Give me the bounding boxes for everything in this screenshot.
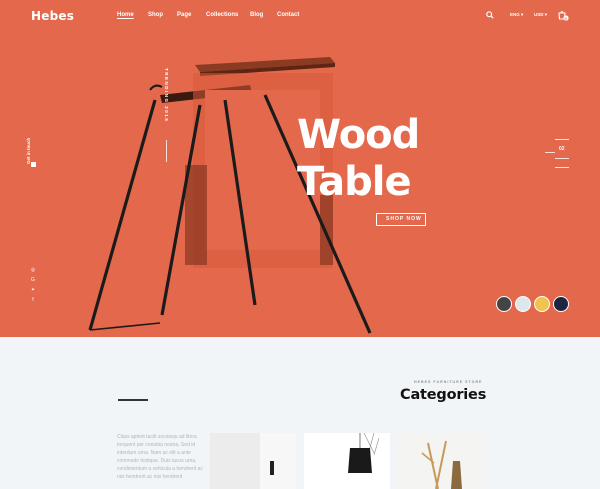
section-eyebrow: HEBES FURNITURE STORE — [414, 380, 483, 384]
nav-blog[interactable]: Blog — [250, 12, 263, 18]
nav-home[interactable]: Home — [117, 12, 134, 18]
contact-square-icon — [31, 162, 36, 167]
category-card-2[interactable] — [304, 433, 390, 489]
language-select[interactable]: ENG ▾ — [510, 12, 523, 18]
facebook-icon[interactable]: f — [30, 297, 36, 303]
nav-shop[interactable]: Shop — [148, 12, 163, 18]
slider-indicator[interactable] — [555, 158, 569, 159]
cart-count: 0 — [564, 15, 567, 21]
category-card-3[interactable] — [398, 433, 484, 489]
google-plus-icon[interactable]: G — [30, 277, 36, 283]
category-image-1 — [210, 433, 296, 489]
tag-divider — [166, 140, 167, 162]
section-divider — [118, 399, 148, 401]
cart-icon[interactable] — [557, 9, 569, 21]
product-thumb-4[interactable] — [553, 296, 569, 312]
category-card-1[interactable] — [210, 433, 296, 489]
headline-line-2: Table — [297, 159, 412, 205]
chevron-down-icon: ▾ — [521, 12, 524, 17]
section-title: Categories — [400, 387, 487, 403]
slider-indicator[interactable] — [545, 152, 555, 153]
section-description: Class aptent taciti sociosqu ad litora t… — [117, 434, 203, 480]
nav-contact[interactable]: Contact — [277, 12, 299, 18]
product-thumb-3[interactable] — [534, 296, 550, 312]
instagram-icon[interactable]: ◎ — [30, 267, 36, 273]
twitter-icon[interactable]: ✦ — [30, 287, 36, 293]
headline-line-1: Wood — [297, 112, 420, 158]
nav-page[interactable]: Page — [177, 12, 191, 18]
trending-tag: TRENDING 2018 — [164, 68, 169, 123]
category-image-2 — [304, 433, 390, 489]
search-icon[interactable] — [486, 11, 494, 19]
product-thumb-1[interactable] — [496, 296, 512, 312]
logo[interactable]: Hebes — [31, 9, 74, 23]
get-in-touch-link[interactable]: Get in touch — [26, 138, 31, 164]
product-thumb-2[interactable] — [515, 296, 531, 312]
slider-indicator[interactable] — [555, 167, 569, 168]
category-image-3 — [398, 433, 484, 489]
hero-banner: Hebes Home Shop Page Collections Blog Co… — [0, 0, 600, 337]
nav-collections[interactable]: Collections — [206, 12, 238, 18]
hero-headline: Wood Table — [297, 112, 420, 206]
slider-indicator[interactable] — [555, 139, 569, 140]
shop-now-button[interactable]: SHOP NOW — [376, 213, 426, 226]
language-value: ENG — [510, 12, 520, 17]
chevron-down-icon: ▾ — [544, 12, 548, 17]
slide-number: 02 — [559, 146, 565, 152]
currency-select[interactable]: USD ▾ — [534, 12, 547, 18]
currency-value: USD — [534, 12, 544, 17]
